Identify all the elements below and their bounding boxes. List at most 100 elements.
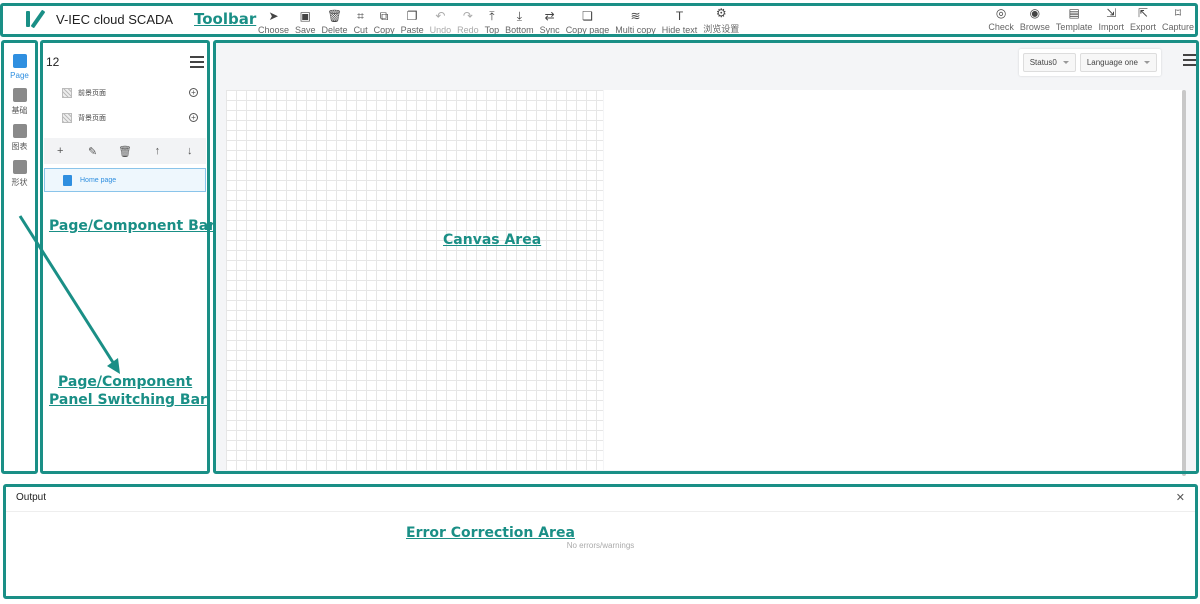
language-select-value: Language one [1086,58,1138,67]
tool-label: Sync [539,25,560,35]
move-up-icon[interactable]: ↑ [150,145,164,157]
switch-item-label: 图表 [11,142,28,151]
switch-item-label: 形状 [11,178,28,187]
tool-label: Redo [457,25,479,35]
collapse-icon[interactable] [190,56,204,68]
switch-item-1[interactable]: 基础 [3,88,36,116]
canvas-grid[interactable] [226,90,603,470]
app-logo-icon [24,9,46,29]
tool-label: Save [295,25,316,35]
error-annotation-label: Error Correction Area [406,525,575,541]
paste-icon: ❐ [406,9,418,23]
page-doc-icon [63,174,72,186]
tool-copy-button[interactable]: ⧉ Copy [374,9,395,35]
output-message: No errors/warnings [566,541,635,550]
page-row-background[interactable]: 背景页面 + [42,105,208,130]
tool-choose-button[interactable]: ➤ Choose [258,9,289,35]
add-circle-icon[interactable]: + [189,113,198,122]
panel-annotation-label: Page/Component Bar [49,218,216,234]
trash-icon: 🗑 [326,9,343,23]
tool-label: Paste [400,25,424,35]
switchbar-annotation-label-1: Page/Component [58,374,193,390]
page-item-label: Home page [80,176,117,184]
page-actions: + ✎ 🗑 ↑ ↓ [44,138,206,164]
cursor-icon: ➤ [268,9,279,23]
language-select[interactable]: Language one [1079,53,1157,72]
text-icon: T [675,9,684,23]
canvas-menu-icon[interactable] [1183,54,1197,66]
output-header: Output ✕ [4,484,1197,512]
gear-icon: ⚙ [715,6,727,20]
switch-item-label: 基础 [11,106,28,115]
tool-copy-page-button[interactable]: ❏ Copy page [566,9,610,35]
add-page-icon[interactable]: + [53,145,67,157]
output-panel: Output ✕ No errors/warnings [4,484,1197,598]
tool-label: Multi copy [615,25,656,35]
save-icon: ▣ [299,9,311,23]
tool-paste-button[interactable]: ❐ Paste [401,9,424,35]
tool-cut-button[interactable]: ⌗ Cut [354,9,368,35]
capture-icon: ⌑ [1174,6,1182,20]
tool-browse-button[interactable]: ◉ Browse [1020,6,1050,32]
template-icon: ▤ [1068,6,1080,20]
arrow-top-icon: ⤒ [489,9,495,23]
tool-import-button[interactable]: ⇲ Import [1098,6,1124,32]
copy-icon: ⧉ [379,9,389,23]
tool-label: Hide text [661,25,698,35]
close-icon[interactable]: ✕ [1176,491,1185,504]
tool-hide-text-button[interactable]: T Hide text [662,9,698,35]
tool-template-button[interactable]: ▤ Template [1056,6,1093,32]
switch-item-2[interactable]: 图表 [3,124,36,152]
tool-label: Copy page [565,25,610,35]
delete-page-icon[interactable]: 🗑 [118,145,132,158]
switch-item-0[interactable]: Page [3,54,36,80]
tool-top-button[interactable]: ⤒ Top [485,9,500,35]
tool-save-button[interactable]: ▣ Save [295,9,316,35]
bar-chart-icon [12,124,27,138]
add-circle-icon[interactable]: + [189,88,198,97]
layers-icon: ≋ [630,9,641,23]
output-title: Output [16,492,47,503]
move-down-icon[interactable]: ↓ [183,145,197,157]
check-icon: ◎ [995,6,1007,20]
tool-delete-button[interactable]: 🗑 Delete [322,9,348,35]
switch-item-3[interactable]: 形状 [3,160,36,188]
tool-bottom-button[interactable]: ⤓ Bottom [505,9,534,35]
panel-header: 12 [42,42,208,72]
page-thumbnail-icon [62,112,72,123]
tool-label: Bottom [505,25,534,35]
edit-page-icon[interactable]: ✎ [86,145,100,158]
page-row-foreground[interactable]: 前景页面 + [42,80,208,105]
toolbar-right-tools: ◎ Check ◉ Browse ▤ Template ⇲ Import ⇱ Export ⌑ Cap… [982,6,1194,32]
page-name: 前景页面 [78,89,106,97]
switchbar-annotation-label-2: Panel Switching Bar [49,392,207,408]
tool-sync-button[interactable]: ⇄ Sync [540,9,560,35]
chevron-down-icon [1144,61,1150,64]
status-select[interactable]: Status0 [1022,53,1076,72]
tool-label: Undo [429,25,452,35]
eye-icon: ◉ [1029,6,1041,20]
tool-label: Export [1129,22,1156,32]
sync-icon: ⇄ [544,9,555,23]
canvas-scrollbar[interactable] [1182,90,1186,476]
tool-check-button[interactable]: ◎ Check [988,6,1014,32]
tool-multi-copy-button[interactable]: ≋ Multi copy [615,9,656,35]
tool-浏览设置-button[interactable]: ⚙ 浏览设置 [703,6,739,35]
canvas-select-group: Status0 Language one [1018,49,1161,76]
brand: V-IEC cloud SCADA [0,9,190,29]
redo-icon: ↷ [462,9,473,23]
page-icon [12,54,27,68]
tool-redo-button[interactable]: ↷ Redo [457,9,479,35]
chevron-down-icon [1062,61,1069,64]
tool-undo-button[interactable]: ↶ Undo [430,9,452,35]
tool-label: Template [1055,22,1093,32]
import-icon: ⇲ [1106,6,1117,20]
undo-icon: ↶ [435,9,446,23]
tool-label: Delete [321,25,348,35]
tool-capture-button[interactable]: ⌑ Capture [1162,6,1194,32]
arrow-bottom-icon: ⤓ [516,9,523,23]
page-name: 背景页面 [78,114,106,122]
canvas-blank-area[interactable] [604,90,1182,470]
page-item-home[interactable]: Home page [44,168,206,192]
tool-export-button[interactable]: ⇱ Export [1130,6,1156,32]
